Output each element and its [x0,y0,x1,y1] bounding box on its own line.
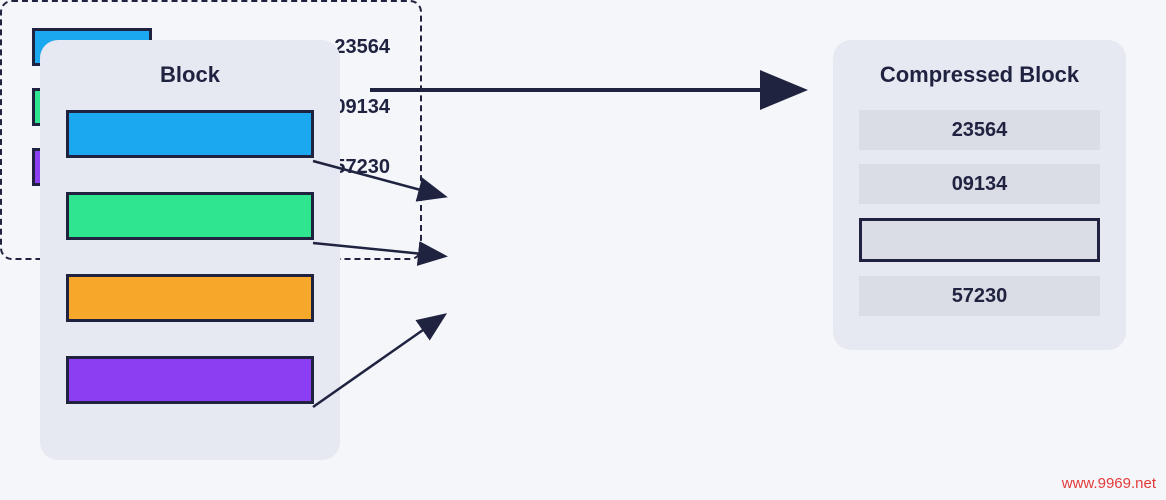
block-tx-green [66,192,314,240]
compressed-full-block-orange [859,218,1100,262]
compressed-id: 23564 [859,110,1100,150]
compressed-title: Compressed Block [859,62,1100,88]
block-panel: Block [40,40,340,460]
compressed-block-panel: Compressed Block 23564 09134 57230 [833,40,1126,350]
block-title: Block [66,62,314,88]
compressed-id: 09134 [859,164,1100,204]
watermark: www.9969.net [1062,475,1156,492]
block-tx-blue [66,110,314,158]
compressed-id: 57230 [859,276,1100,316]
block-tx-orange [66,274,314,322]
block-tx-purple [66,356,314,404]
